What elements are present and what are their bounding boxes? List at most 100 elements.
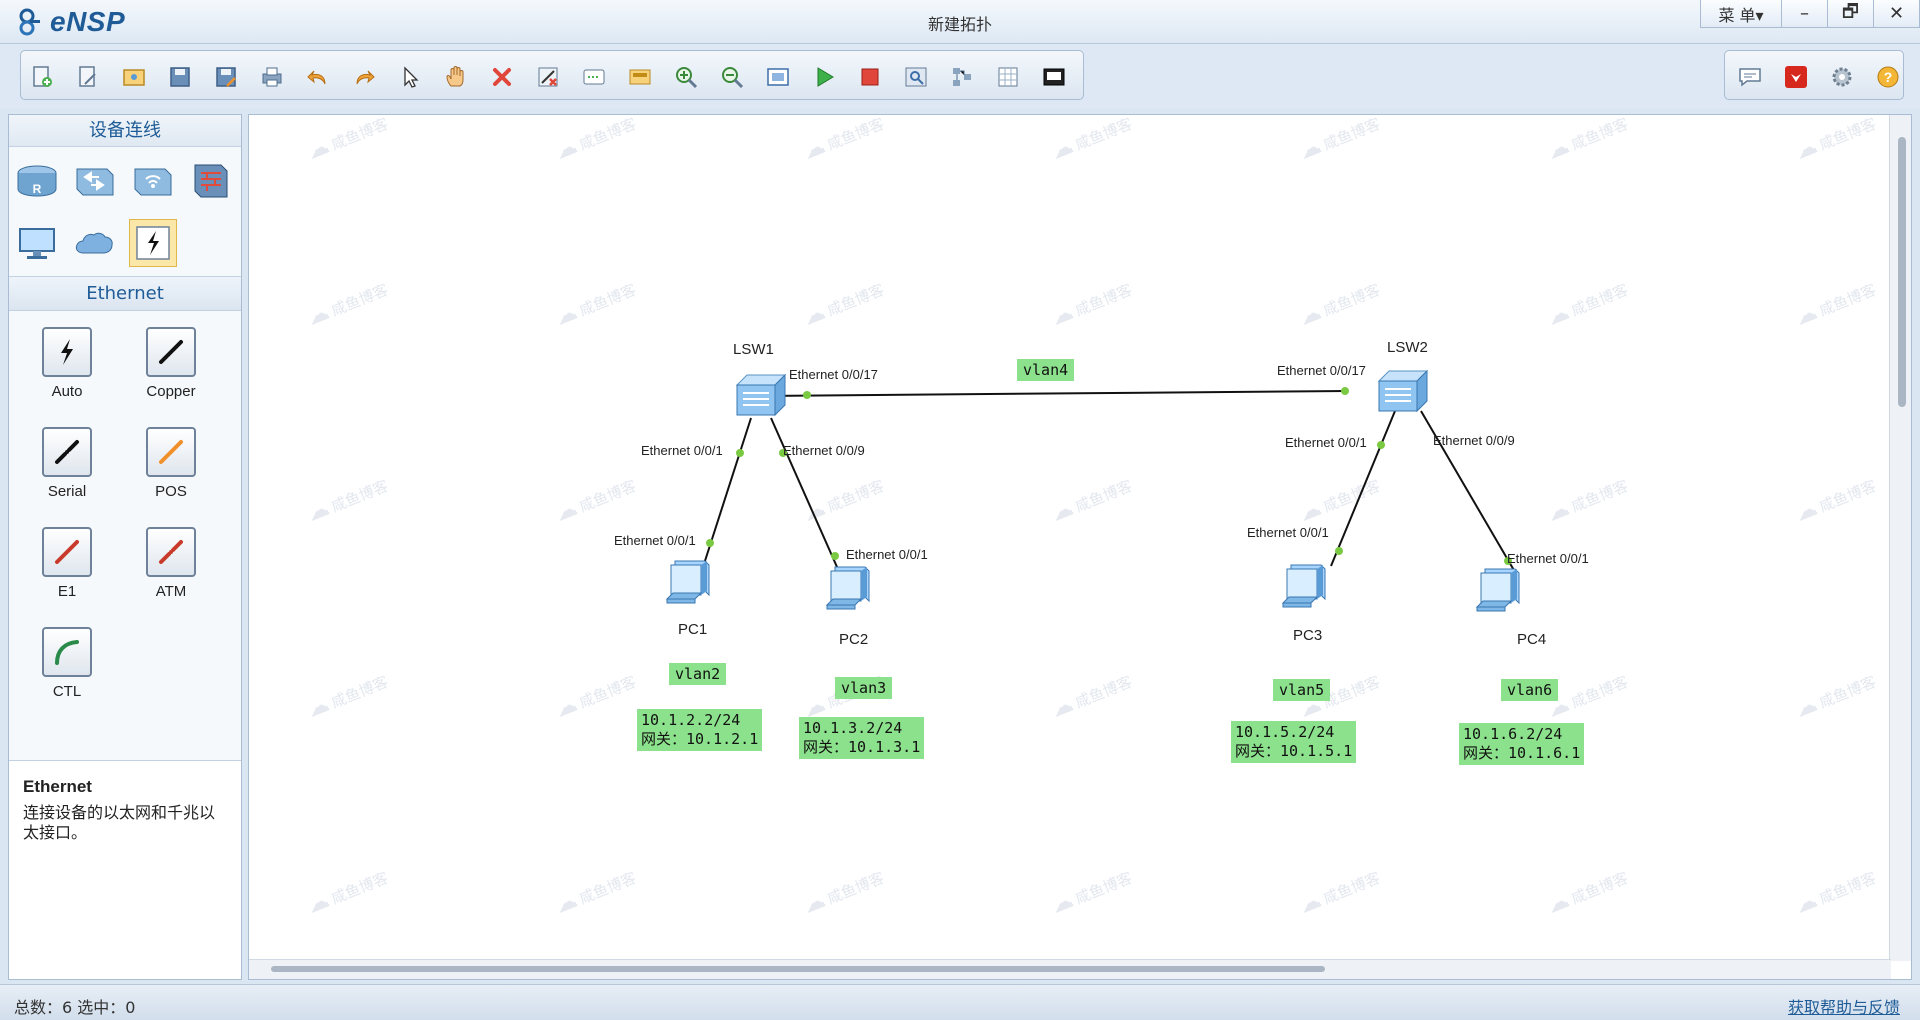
start-device-icon[interactable] xyxy=(811,64,837,90)
port-label: Ethernet 0/0/9 xyxy=(1433,433,1515,448)
screenshot-icon[interactable] xyxy=(1041,64,1067,90)
e1-cable-icon xyxy=(42,527,92,577)
new-example-icon[interactable] xyxy=(75,64,101,90)
pc4-ip-note[interactable]: 10.1.6.2/24 网关：10.1.6.1 xyxy=(1459,723,1585,765)
palette-icon[interactable] xyxy=(627,64,653,90)
zoom-out-icon[interactable] xyxy=(719,64,745,90)
new-topology-icon[interactable] xyxy=(29,64,55,90)
save-icon[interactable] xyxy=(167,64,193,90)
atm-cable-icon xyxy=(146,527,196,577)
router-icon[interactable]: R xyxy=(13,157,61,205)
delete-link-icon[interactable] xyxy=(535,64,561,90)
close-button[interactable]: ✕ xyxy=(1874,0,1920,28)
cable-atm[interactable]: ATM xyxy=(129,527,213,600)
select-icon[interactable] xyxy=(397,64,423,90)
horizontal-scroll-thumb[interactable] xyxy=(271,966,1325,972)
vertical-scrollbar[interactable] xyxy=(1889,115,1911,961)
port-dot xyxy=(1335,547,1343,555)
status-bar: 总数：6 选中：0 获取帮助与反馈 xyxy=(0,984,1920,1020)
pc2-computer-icon[interactable] xyxy=(821,561,881,621)
gateway: 网关：10.1.5.1 xyxy=(1235,742,1353,760)
pc1-ip-note[interactable]: 10.1.2.2/24 网关：10.1.2.1 xyxy=(637,709,763,751)
lsw2-switch-icon[interactable] xyxy=(1375,367,1431,417)
vlan-tag[interactable]: vlan6 xyxy=(1501,679,1559,701)
cable-ctl[interactable]: CTL xyxy=(25,627,109,700)
pc2-label: PC2 xyxy=(839,631,869,648)
link-lsw1-pc2[interactable] xyxy=(770,417,842,577)
cable-label: ATM xyxy=(155,583,187,600)
port-dot xyxy=(831,552,839,560)
settings-icon[interactable] xyxy=(1829,64,1855,90)
pc3-ip-note[interactable]: 10.1.5.2/24 网关：10.1.5.1 xyxy=(1231,721,1357,763)
help-feedback-link[interactable]: 获取帮助与反馈 xyxy=(1788,994,1900,1018)
fit-icon[interactable] xyxy=(765,64,791,90)
huawei-icon[interactable] xyxy=(1783,64,1809,90)
firewall-icon[interactable] xyxy=(187,157,235,205)
ctl-cable-icon xyxy=(42,627,92,677)
copper-cable-icon xyxy=(146,327,196,377)
menu-button[interactable]: 菜 单▾ xyxy=(1700,0,1782,28)
text-icon[interactable] xyxy=(581,64,607,90)
undo-icon[interactable] xyxy=(305,64,331,90)
pc4-label: PC4 xyxy=(1517,631,1547,648)
pan-icon[interactable] xyxy=(443,64,469,90)
ip-address: 10.1.5.2/24 xyxy=(1235,723,1335,741)
description-text: 连接设备的以太网和千兆以太接口。 xyxy=(23,803,216,842)
grid-icon[interactable] xyxy=(995,64,1021,90)
stop-device-icon[interactable] xyxy=(857,64,883,90)
cable-label: POS xyxy=(155,483,187,500)
restore-button[interactable]: 🗗 xyxy=(1828,0,1874,28)
wireless-icon[interactable] xyxy=(129,157,177,205)
chat-icon[interactable] xyxy=(1737,64,1763,90)
vlan-tag[interactable]: vlan2 xyxy=(669,663,727,685)
cable-pos[interactable]: POS xyxy=(129,427,213,500)
description-title: Ethernet xyxy=(23,777,92,796)
topology-canvas[interactable]: 咸鱼博客 咸鱼博客 咸鱼博客 咸鱼博客 咸鱼博客 咸鱼博客 咸鱼博客 咸鱼博客 … xyxy=(248,114,1912,980)
pc2-ip-note[interactable]: 10.1.3.2/24 网关：10.1.3.1 xyxy=(799,717,925,759)
cable-icon[interactable] xyxy=(129,219,177,267)
cable-e1[interactable]: E1 xyxy=(25,527,109,600)
ip-address: 10.1.6.2/24 xyxy=(1463,725,1563,743)
minimize-button[interactable]: – xyxy=(1782,0,1828,28)
lsw1-switch-icon[interactable] xyxy=(733,371,789,421)
ensp-window: eNSP 新建拓扑 菜 单▾ – 🗗 ✕ ? 设备连线 R Ethernet A… xyxy=(0,0,1920,1020)
print-icon[interactable] xyxy=(259,64,285,90)
ensp-logo-icon xyxy=(16,7,46,37)
cable-auto[interactable]: Auto xyxy=(25,327,109,400)
title-bar: eNSP 新建拓扑 菜 单▾ – 🗗 ✕ xyxy=(0,0,1920,44)
vlan-tag[interactable]: vlan5 xyxy=(1273,679,1331,701)
toolbar-right-group: ? xyxy=(1724,50,1904,100)
vlan-tag[interactable]: vlan3 xyxy=(835,677,893,699)
open-icon[interactable] xyxy=(121,64,147,90)
zoom-in-icon[interactable] xyxy=(673,64,699,90)
redo-icon[interactable] xyxy=(351,64,377,90)
lsw1-label: LSW1 xyxy=(733,341,774,358)
topology-icon[interactable] xyxy=(949,64,975,90)
device-panel-header: 设备连线 xyxy=(9,115,241,147)
link-lsw1-lsw2[interactable] xyxy=(756,390,1348,397)
pc-icon[interactable] xyxy=(13,219,61,267)
pc4-computer-icon[interactable] xyxy=(1471,563,1531,623)
switch-icon[interactable] xyxy=(71,157,119,205)
horizontal-scrollbar[interactable] xyxy=(249,959,1891,979)
vlan-tag[interactable]: vlan4 xyxy=(1017,359,1075,381)
pc1-computer-icon[interactable] xyxy=(661,555,721,615)
gateway: 网关：10.1.6.1 xyxy=(1463,744,1581,762)
save-as-icon[interactable] xyxy=(213,64,239,90)
ip-address: 10.1.3.2/24 xyxy=(803,719,903,737)
cable-copper[interactable]: Copper xyxy=(129,327,213,400)
auto-cable-icon xyxy=(42,327,92,377)
cable-serial[interactable]: Serial xyxy=(25,427,109,500)
cloud-icon[interactable] xyxy=(71,219,119,267)
port-dot xyxy=(1341,387,1349,395)
port-label: Ethernet 0/0/9 xyxy=(783,443,865,458)
delete-icon[interactable] xyxy=(489,64,515,90)
pc3-computer-icon[interactable] xyxy=(1277,559,1337,619)
capture-icon[interactable] xyxy=(903,64,929,90)
help-icon[interactable]: ? xyxy=(1875,64,1901,90)
cable-panel-header: Ethernet xyxy=(9,277,241,311)
vertical-scroll-thumb[interactable] xyxy=(1898,137,1906,407)
port-dot xyxy=(736,449,744,457)
svg-text:R: R xyxy=(33,182,42,196)
cable-label: E1 xyxy=(57,583,77,600)
